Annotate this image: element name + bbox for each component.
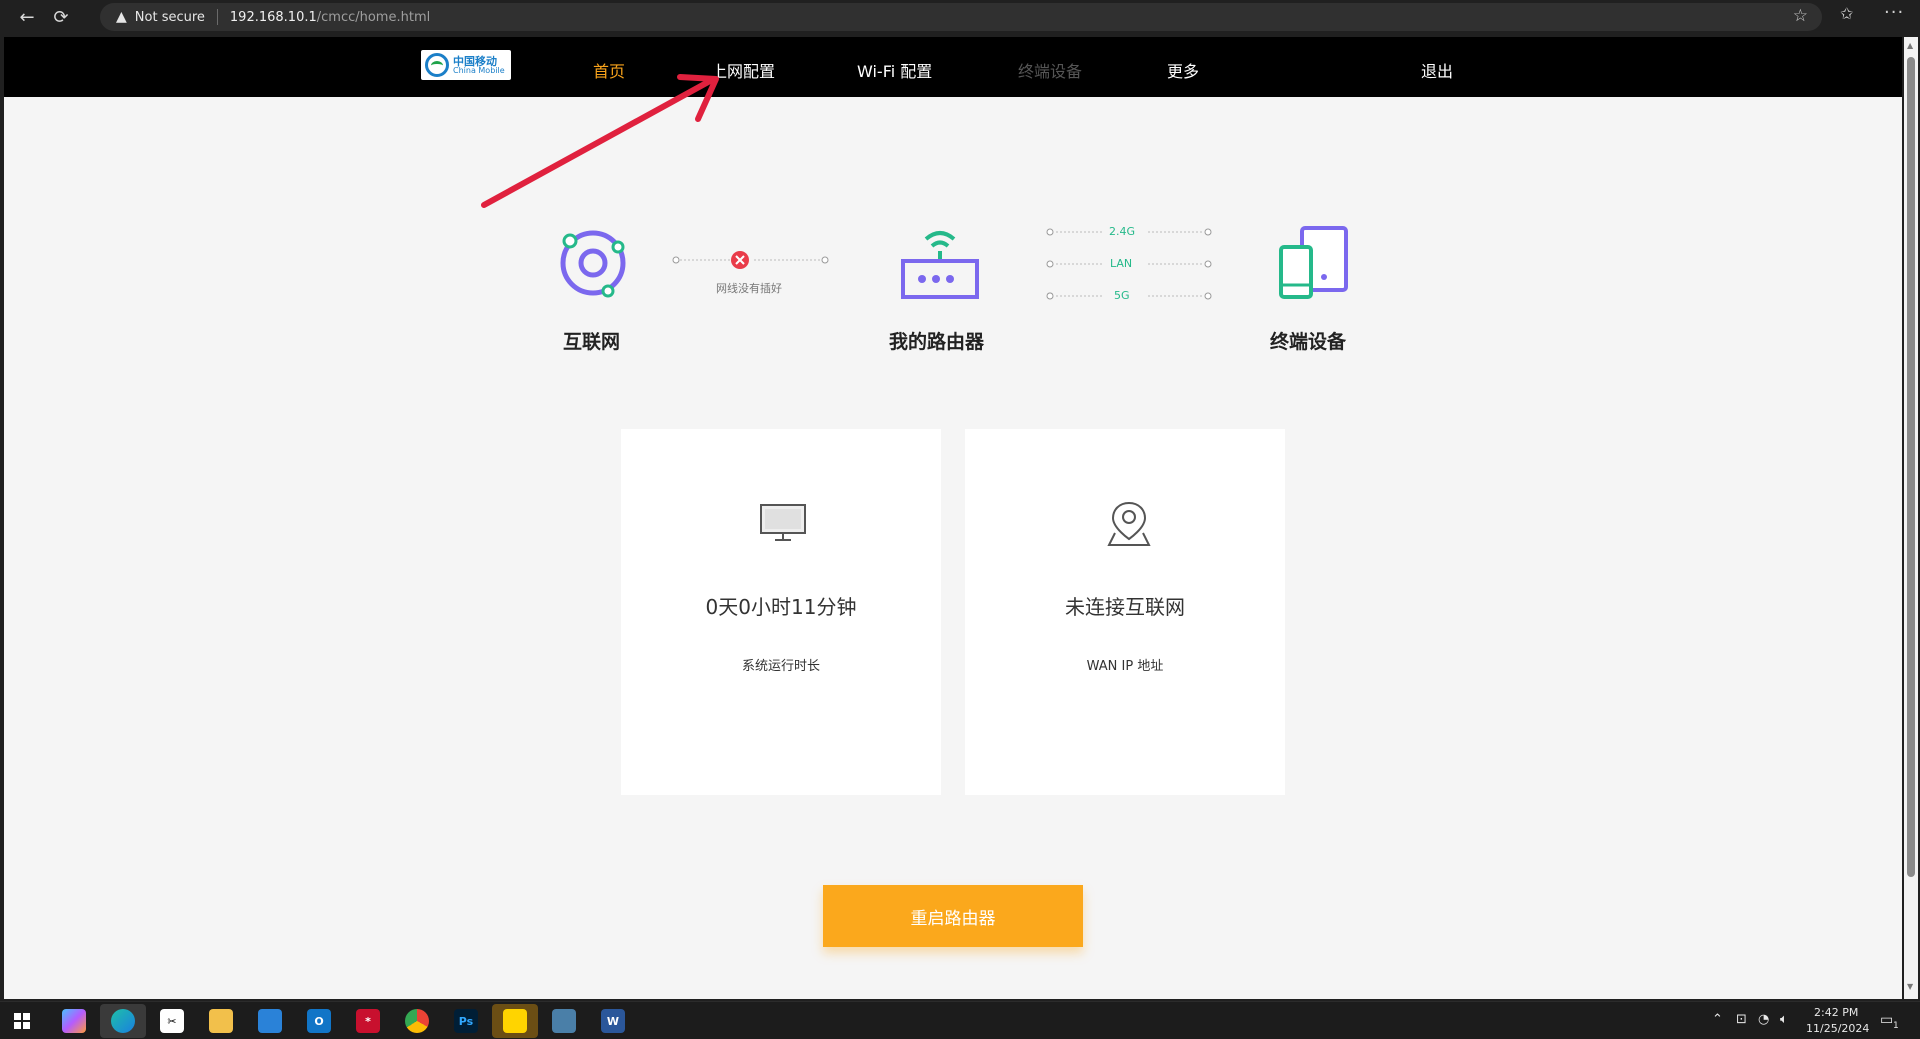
microsoft-store-icon[interactable] [258, 1009, 282, 1033]
annotation-arrow-icon [481, 74, 719, 208]
logout-link[interactable]: 退出 [1421, 58, 1453, 82]
edge-browser-icon[interactable] [111, 1009, 135, 1033]
wan-ip-value: 未连接互联网 [1065, 595, 1185, 619]
band-label-lan: LAN [1110, 257, 1133, 270]
uptime-value: 0天0小时11分钟 [705, 595, 857, 619]
china-mobile-logo[interactable]: 中国移动 China Mobile [421, 50, 511, 80]
wan-ip-caption: WAN IP 地址 [1086, 659, 1164, 674]
taskbar-time[interactable]: 2:42 PM [1814, 1006, 1858, 1019]
monitor-icon [760, 504, 806, 541]
wan-link-line [672, 256, 829, 264]
favorites-icon[interactable]: ✩ [1840, 4, 1853, 23]
back-arrow-icon[interactable]: ← [10, 0, 44, 34]
reload-icon[interactable]: ⟳ [44, 0, 78, 34]
url-path: /cmcc/home.html [316, 9, 431, 25]
tray-chevron-icon[interactable]: ⌃ [1712, 1012, 1723, 1027]
sticky-notes-icon[interactable] [503, 1009, 527, 1033]
band-label-2g: 2.4G [1109, 225, 1136, 238]
photoshop-icon[interactable]: Ps [454, 1009, 478, 1033]
copilot-icon[interactable] [62, 1009, 86, 1033]
nav-devices[interactable]: 终端设备 [1018, 58, 1082, 82]
browser-toolbar: ← ⟳ ▲ Not secure 192.168.10.1 /cmcc/home… [0, 0, 1920, 34]
wan-link-caption: 网线没有插好 [716, 282, 782, 295]
bookmark-star-icon[interactable]: ☆ [1793, 6, 1808, 26]
nav-home[interactable]: 首页 [593, 58, 625, 82]
address-bar[interactable]: ▲ Not secure 192.168.10.1 /cmcc/home.htm… [100, 3, 1822, 31]
nav-more[interactable]: 更多 [1167, 58, 1199, 82]
url-host: 192.168.10.1 [229, 9, 317, 25]
china-mobile-logo-icon [425, 53, 449, 77]
taskbar-date[interactable]: 11/25/2024 [1806, 1022, 1869, 1035]
chrome-icon[interactable] [405, 1009, 429, 1033]
notification-icon[interactable]: ▭ [1880, 1012, 1893, 1028]
remote-desktop-icon[interactable] [552, 1009, 576, 1033]
scroll-up-arrow-icon[interactable]: ▲ [1907, 41, 1913, 50]
address-divider [216, 9, 218, 25]
internet-globe-icon [560, 230, 626, 298]
capcut-icon[interactable]: ✂ [160, 1009, 184, 1033]
router-icon [901, 231, 979, 299]
volume-icon[interactable]: 🔈︎ [1780, 1012, 1788, 1027]
devices-icon [1279, 226, 1348, 299]
devices-label: 终端设备 [1270, 331, 1347, 353]
meet-now-icon[interactable]: ⊡ [1736, 1012, 1747, 1027]
internet-label: 互联网 [563, 331, 621, 353]
error-x-icon [731, 251, 749, 269]
nav-internet-config[interactable]: 上网配置 [711, 58, 775, 82]
uptime-card: 0天0小时11分钟 系统运行时长 [621, 429, 941, 795]
windows-taskbar: ✂ O * Ps W ⌃ ⊡ ◔ 🔈︎ 2:42 PM 11/25/2024 ▭… [0, 1001, 1920, 1039]
windows-start-icon[interactable] [14, 1013, 30, 1029]
warning-icon: ▲ [116, 9, 127, 25]
security-label: Not secure [134, 9, 205, 25]
uptime-caption: 系统运行时长 [741, 659, 820, 674]
scroll-down-arrow-icon[interactable]: ▼ [1907, 982, 1913, 991]
logo-text-cn: 中国移动 [453, 54, 497, 68]
wan-ip-card: 未连接互联网 WAN IP 地址 [965, 429, 1285, 795]
outlook-icon[interactable]: O [307, 1009, 331, 1033]
location-pin-icon [1107, 501, 1151, 546]
huawei-app-icon[interactable]: * [356, 1009, 380, 1033]
logo-text-en: China Mobile [453, 65, 505, 75]
more-menu-icon[interactable]: ··· [1884, 2, 1904, 23]
nav-wifi-config[interactable]: Wi-Fi 配置 [857, 58, 932, 82]
page-viewport: 中国移动 China Mobile 首页 上网配置 Wi-Fi 配置 终端设备 … [4, 37, 1902, 999]
wifi-tray-icon[interactable]: ◔ [1758, 1012, 1769, 1027]
file-explorer-icon[interactable] [209, 1009, 233, 1033]
band-label-5g: 5G [1114, 289, 1130, 302]
word-icon[interactable]: W [601, 1009, 625, 1033]
reboot-router-button[interactable]: 重启路由器 [823, 885, 1083, 947]
scrollbar-thumb[interactable] [1907, 57, 1915, 877]
router-label: 我的路由器 [889, 331, 985, 353]
router-header: 中国移动 China Mobile 首页 上网配置 Wi-Fi 配置 终端设备 … [4, 37, 1902, 97]
page-scrollbar[interactable]: ▲ ▼ [1904, 37, 1918, 999]
notification-count: 1 [1893, 1021, 1899, 1031]
